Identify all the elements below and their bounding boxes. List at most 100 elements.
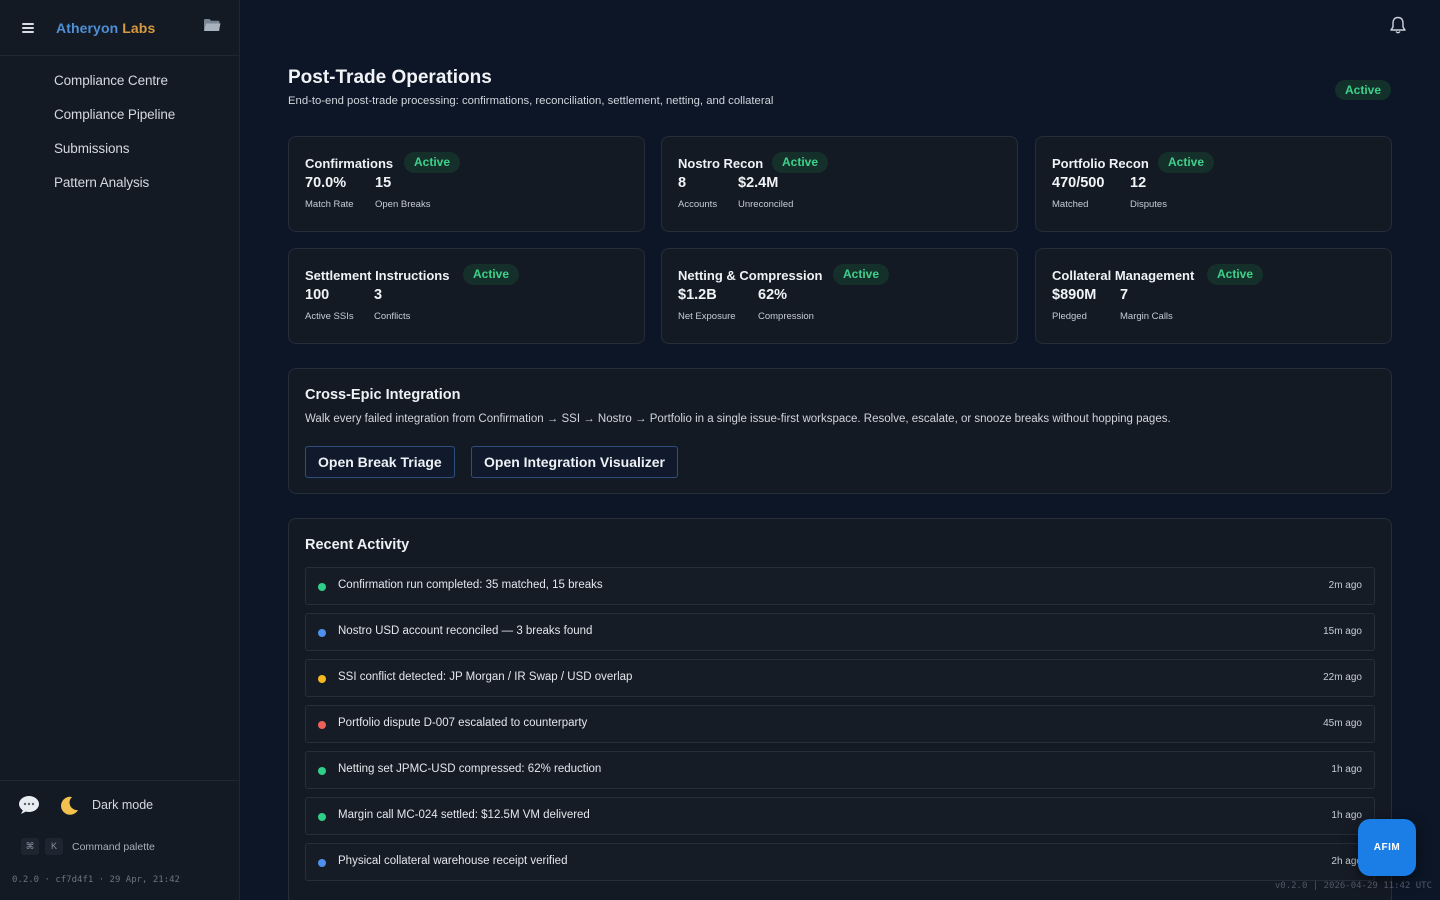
integration-panel: Cross-Epic Integration Walk every failed… [288, 368, 1392, 494]
activity-text: Nostro USD account reconciled — 3 breaks… [338, 625, 593, 637]
activity-text: Netting set JPMC-USD compressed: 62% red… [338, 763, 602, 775]
status-badge: Active [404, 152, 461, 173]
sidebar-item-compliance-pipeline[interactable]: Compliance Pipeline [0, 106, 239, 140]
activity-item[interactable]: Nostro USD account reconciled — 3 breaks… [305, 613, 1375, 651]
card-portfolio-recon[interactable]: Portfolio Recon Active 470/500 Matched 1… [1035, 136, 1392, 232]
activity-text: Confirmation run completed: 35 matched, … [338, 579, 603, 591]
activity-time: 1h ago [1331, 810, 1362, 821]
dark-mode-toggle[interactable]: Dark mode [92, 798, 153, 812]
sidebar-item-submissions[interactable]: Submissions [0, 140, 239, 174]
open-integration-visualizer-button[interactable]: Open Integration Visualizer [471, 446, 679, 478]
activity-time: 15m ago [1323, 626, 1362, 637]
brand-part1: Atheryon [56, 19, 119, 36]
card-collateral-management[interactable]: Collateral Management Active $890M Pledg… [1035, 248, 1392, 344]
metric-label: Disputes [1130, 199, 1167, 210]
status-dot-icon [318, 629, 326, 637]
kbd-k: K [45, 838, 63, 855]
activity-text: Portfolio dispute D-007 escalated to cou… [338, 717, 588, 729]
open-break-triage-button[interactable]: Open Break Triage [305, 446, 455, 478]
recent-activity-panel: Recent Activity Confirmation run complet… [288, 518, 1392, 900]
page-subtitle: End-to-end post-trade processing: confir… [288, 95, 774, 107]
metric-value: 8 [678, 175, 687, 191]
sidebar-nav: Compliance Centre Compliance Pipeline Su… [0, 56, 239, 208]
activity-text: Margin call MC-024 settled: $12.5M VM de… [338, 809, 590, 821]
sidebar-item-pattern-analysis[interactable]: Pattern Analysis [0, 174, 239, 208]
metric-value: $2.4M [738, 175, 779, 191]
status-dot-icon [318, 583, 326, 591]
sidebar-header: Atheryon Labs [0, 0, 239, 56]
brand-part2: Labs [122, 19, 156, 36]
metric-label: Margin Calls [1120, 311, 1173, 322]
status-badge: Active [772, 152, 829, 173]
hamburger-icon[interactable] [22, 22, 34, 33]
version-info: 0.2.0 · cf7d4f1 · 29 Apr, 21:42 [12, 875, 180, 885]
bell-icon[interactable] [1389, 16, 1407, 35]
afim-assistant-button[interactable]: AFIM [1358, 819, 1416, 876]
metric-value: 470/500 [1052, 175, 1105, 191]
command-palette-link[interactable]: Command palette [72, 841, 155, 853]
moon-icon[interactable] [58, 795, 80, 817]
metric-value: 70.0% [305, 175, 347, 191]
activity-time: 2m ago [1328, 580, 1362, 591]
metric-value: 62% [758, 287, 788, 303]
card-netting-compression[interactable]: Netting & Compression Active $1.2B Net E… [661, 248, 1018, 344]
activity-item[interactable]: Portfolio dispute D-007 escalated to cou… [305, 705, 1375, 743]
activity-time: 45m ago [1323, 718, 1362, 729]
status-badge: Active [1335, 80, 1392, 100]
card-title: Confirmations [305, 156, 394, 171]
status-dot-icon [318, 675, 326, 683]
activity-text: SSI conflict detected: JP Morgan / IR Sw… [338, 671, 633, 683]
activity-item[interactable]: SSI conflict detected: JP Morgan / IR Sw… [305, 659, 1375, 697]
card-title: Netting & Compression [678, 268, 823, 283]
sidebar: Atheryon Labs Compliance Centre Complian… [0, 0, 240, 900]
folder-icon[interactable] [203, 18, 221, 32]
status-badge: Active [1207, 264, 1264, 285]
metric-value: 7 [1120, 287, 1129, 303]
status-badge: Active [833, 264, 890, 285]
activity-item[interactable]: Margin call MC-024 settled: $12.5M VM de… [305, 797, 1375, 835]
metric-value: 100 [305, 287, 330, 303]
metric-label: Pledged [1052, 311, 1087, 322]
status-dot-icon [318, 813, 326, 821]
metric-value: 15 [375, 175, 392, 191]
metric-value: $890M [1052, 287, 1097, 303]
card-title: Nostro Recon [678, 156, 764, 171]
status-dot-icon [318, 721, 326, 729]
integration-title: Cross-Epic Integration [305, 387, 461, 403]
card-title: Portfolio Recon [1052, 156, 1149, 171]
chat-bubble-icon[interactable] [18, 795, 40, 815]
card-confirmations[interactable]: Confirmations Active 70.0% Match Rate 15… [288, 136, 645, 232]
kbd-cmd: ⌘ [21, 838, 39, 855]
activity-item[interactable]: Confirmation run completed: 35 matched, … [305, 567, 1375, 605]
build-info: v0.2.0 | 2026-04-29 11:42 UTC [1274, 881, 1432, 891]
brand-logo[interactable]: Atheryon Labs [56, 20, 155, 36]
metric-label: Match Rate [305, 199, 354, 210]
page-title: Post-Trade Operations [288, 67, 492, 88]
metric-label: Compression [758, 311, 814, 322]
metric-value: 3 [374, 287, 383, 303]
metric-label: Net Exposure [678, 311, 736, 322]
activity-item[interactable]: Netting set JPMC-USD compressed: 62% red… [305, 751, 1375, 789]
activity-time: 1h ago [1331, 764, 1362, 775]
status-dot-icon [318, 859, 326, 867]
metric-label: Matched [1052, 199, 1089, 210]
card-settlement-instructions[interactable]: Settlement Instructions Active 100 Activ… [288, 248, 645, 344]
activity-item[interactable]: Physical collateral warehouse receipt ve… [305, 843, 1375, 881]
status-dot-icon [318, 767, 326, 775]
status-badge: Active [463, 264, 520, 285]
activity-title: Recent Activity [305, 537, 410, 553]
activity-text: Physical collateral warehouse receipt ve… [338, 855, 568, 867]
card-title: Settlement Instructions [305, 268, 450, 283]
sidebar-footer: Dark mode ⌘ K Command palette 0.2.0 · cf… [0, 780, 239, 900]
card-nostro-recon[interactable]: Nostro Recon Active 8 Accounts $2.4M Unr… [661, 136, 1018, 232]
metric-label: Unreconciled [738, 199, 794, 210]
sidebar-item-compliance-centre[interactable]: Compliance Centre [0, 72, 239, 106]
card-title: Collateral Management [1052, 268, 1195, 283]
metric-label: Active SSIs [305, 311, 354, 322]
status-badge: Active [1158, 152, 1215, 173]
metric-label: Conflicts [374, 311, 411, 322]
metric-value: 12 [1130, 175, 1147, 191]
metric-label: Open Breaks [375, 199, 431, 210]
metric-value: $1.2B [678, 287, 717, 303]
metric-label: Accounts [678, 199, 718, 210]
